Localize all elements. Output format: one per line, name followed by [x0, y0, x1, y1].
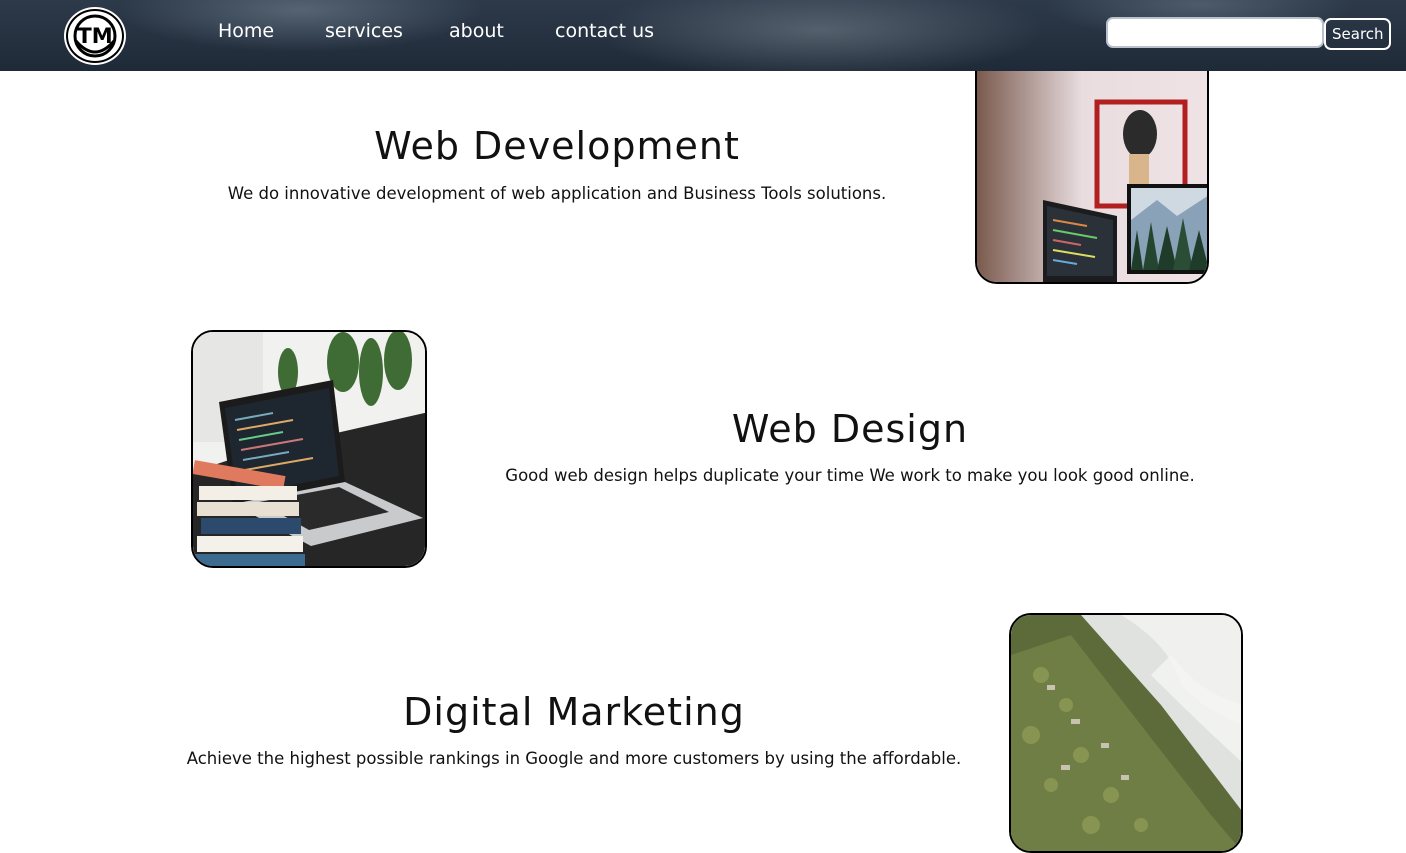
nav-contact-us-link[interactable]: contact us: [555, 20, 654, 42]
laptop-books-photo: [191, 330, 427, 568]
tm-logo-icon: TM: [73, 14, 117, 58]
logo[interactable]: TM: [66, 9, 124, 63]
service-description: Achieve the highest possible rankings in…: [186, 749, 962, 768]
service-title: Digital Marketing: [403, 690, 745, 734]
svg-text:TM: TM: [77, 24, 112, 48]
service-description: We do innovative development of web appl…: [227, 184, 887, 203]
service-description: Good web design helps duplicate your tim…: [505, 466, 1195, 485]
search-button[interactable]: Search: [1324, 18, 1391, 50]
misty-hillside-photo: [1009, 613, 1243, 853]
desk-monitors-photo: [975, 50, 1209, 284]
nav-about-link[interactable]: about: [449, 20, 504, 42]
navbar: TM Home services about contact us Search: [0, 0, 1406, 71]
nav-home-link[interactable]: Home: [218, 20, 274, 42]
search-input[interactable]: [1106, 17, 1324, 48]
service-title: Web Design: [731, 407, 969, 451]
nav-services-link[interactable]: services: [325, 20, 403, 42]
service-title: Web Development: [374, 124, 740, 168]
